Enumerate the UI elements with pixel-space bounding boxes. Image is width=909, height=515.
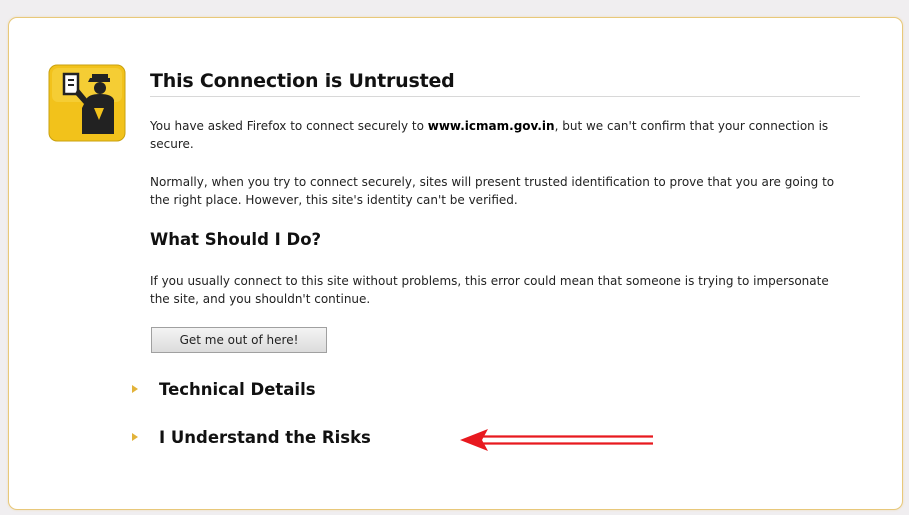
triangle-right-icon	[132, 433, 138, 441]
what-should-i-do-text: If you usually connect to this site with…	[150, 274, 829, 306]
intro-prefix: You have asked Firefox to connect secure…	[150, 119, 428, 133]
intro-text: You have asked Firefox to connect secure…	[150, 117, 850, 153]
get-me-out-button[interactable]: Get me out of here!	[151, 327, 327, 353]
page-title: This Connection is Untrusted	[150, 70, 860, 97]
host-name: www.icmam.gov.in	[427, 119, 555, 133]
normally-text: Normally, when you try to connect secure…	[150, 175, 835, 207]
triangle-right-icon	[132, 385, 138, 393]
policeman-icon	[48, 64, 126, 142]
understand-risks-label: I Understand the Risks	[159, 427, 371, 447]
what-should-i-do-heading: What Should I Do?	[150, 230, 322, 249]
red-arrow-icon	[458, 425, 658, 455]
technical-details-expander[interactable]: Technical Details	[128, 377, 316, 401]
technical-details-label: Technical Details	[159, 379, 316, 399]
understand-risks-expander[interactable]: I Understand the Risks	[128, 425, 371, 449]
